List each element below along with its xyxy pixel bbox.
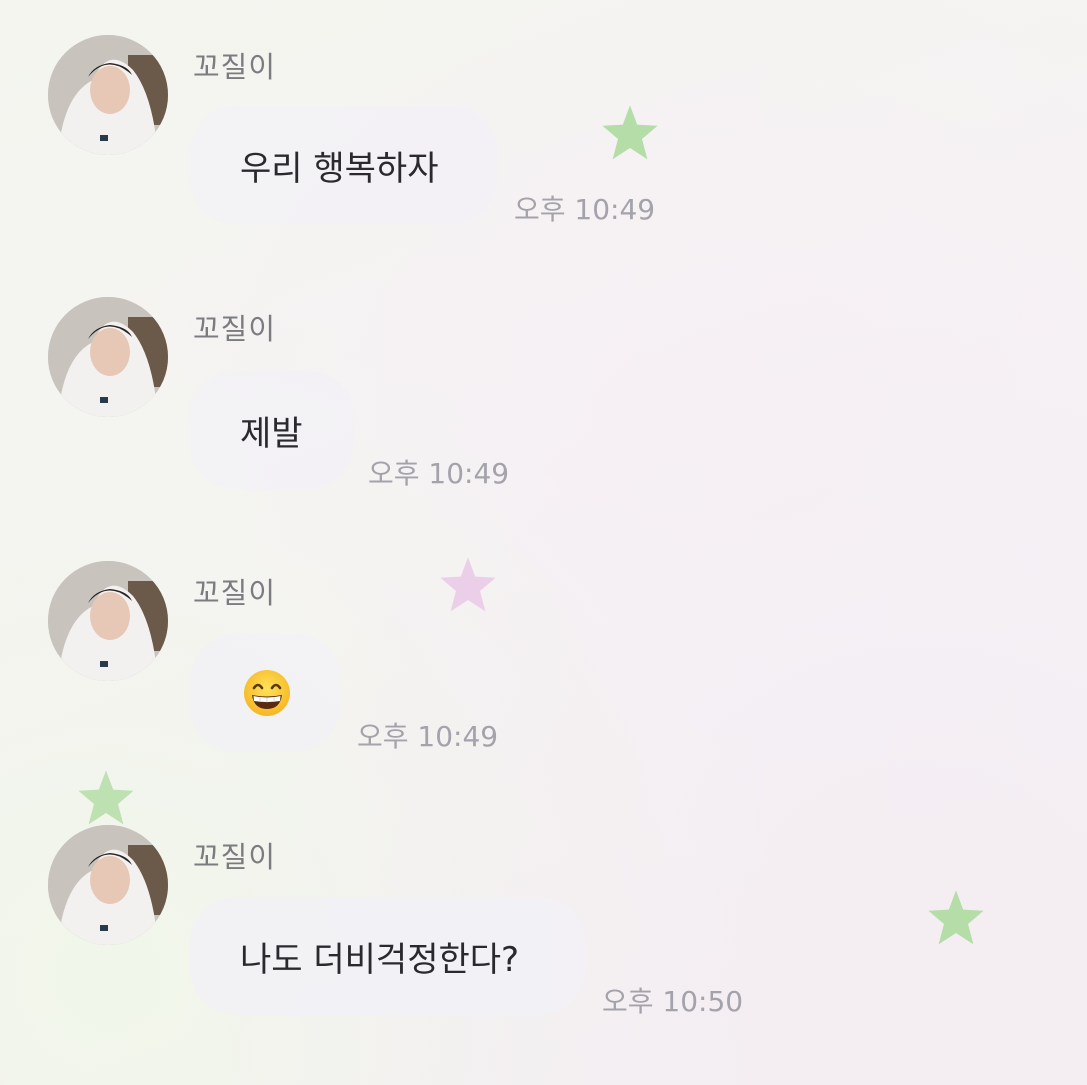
profile-photo-avatar[interactable] (48, 561, 168, 681)
message-bubble[interactable] (190, 634, 340, 752)
message-time: 오후 10:49 (357, 720, 499, 753)
message-text: 나도 더비걱정한다? (240, 939, 520, 980)
message-text: 제발 (240, 413, 303, 454)
message-bubble[interactable]: 제발 (190, 371, 354, 489)
message-time: 오후 10:49 (514, 193, 656, 226)
message-time: 오후 10:50 (602, 985, 744, 1018)
profile-photo-avatar[interactable] (48, 297, 168, 417)
sender-name: 꼬질이 (193, 50, 277, 84)
green-star-icon (600, 103, 660, 163)
sender-name: 꼬질이 (193, 576, 277, 610)
message-text: 우리 행복하자 (240, 148, 439, 189)
green-star-icon (76, 768, 136, 828)
sender-name: 꼬질이 (193, 312, 277, 346)
profile-photo-avatar[interactable] (48, 35, 168, 155)
grinning-face-icon (242, 668, 292, 718)
message-bubble[interactable]: 나도 더비걱정한다? (190, 897, 586, 1015)
message-bubble[interactable]: 우리 행복하자 (190, 106, 498, 224)
sender-name: 꼬질이 (193, 840, 277, 874)
green-star-icon (926, 888, 986, 948)
pink-star-icon (438, 555, 498, 615)
profile-photo-avatar[interactable] (48, 825, 168, 945)
message-time: 오후 10:49 (368, 457, 510, 490)
